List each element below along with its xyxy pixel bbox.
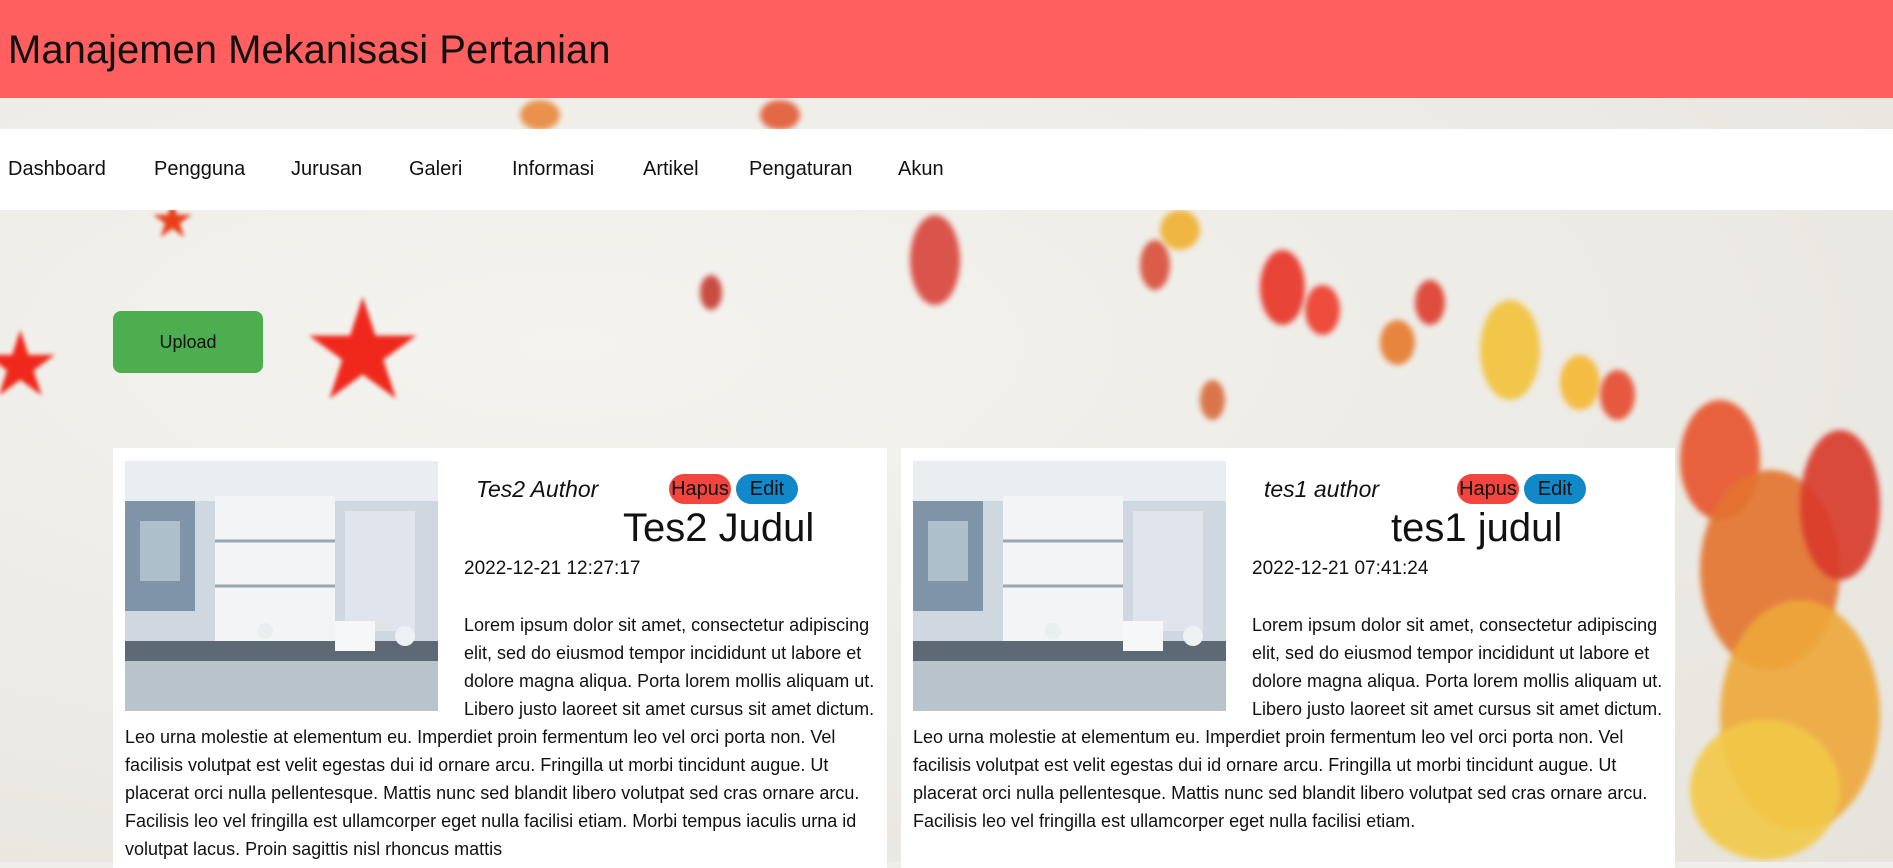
edit-button[interactable]: Edit xyxy=(1524,474,1586,504)
article-title: tes1 judul xyxy=(1391,506,1563,550)
star-decoration: ★ xyxy=(0,315,61,415)
lab-photo xyxy=(913,461,1226,711)
nav-item-akun[interactable]: Akun xyxy=(898,158,944,181)
article-image xyxy=(913,461,1226,711)
nav-item-pengaturan[interactable]: Pengaturan xyxy=(749,158,852,181)
article-content: tes1 author Hapus Edit tes1 judul 2022-1… xyxy=(913,461,1667,835)
article-card: Tes2 Author Hapus Edit Tes2 Judul 2022-1… xyxy=(113,448,887,868)
nav-item-jurusan[interactable]: Jurusan xyxy=(291,158,362,181)
confetti-decoration xyxy=(1415,280,1445,325)
nav-item-artikel[interactable]: Artikel xyxy=(643,158,699,181)
article-card: tes1 author Hapus Edit tes1 judul 2022-1… xyxy=(901,448,1675,868)
edit-button[interactable]: Edit xyxy=(736,474,798,504)
article-title: Tes2 Judul xyxy=(623,506,815,550)
confetti-decoration xyxy=(1800,430,1880,580)
app-title: Manajemen Mekanisasi Pertanian xyxy=(8,28,611,72)
lab-photo xyxy=(125,461,438,711)
confetti-decoration xyxy=(1305,285,1340,335)
nav-item-informasi[interactable]: Informasi xyxy=(512,158,594,181)
main-nav: Dashboard Pengguna Jurusan Galeri Inform… xyxy=(0,129,1893,210)
confetti-decoration xyxy=(700,275,722,310)
app-header: Manajemen Mekanisasi Pertanian xyxy=(0,0,1893,98)
nav-item-dashboard[interactable]: Dashboard xyxy=(8,158,106,181)
upload-button[interactable]: Upload xyxy=(113,311,263,373)
confetti-decoration xyxy=(910,215,960,305)
nav-item-galeri[interactable]: Galeri xyxy=(409,158,462,181)
confetti-decoration xyxy=(1480,300,1540,400)
confetti-decoration xyxy=(1260,250,1305,325)
article-image xyxy=(125,461,438,711)
confetti-decoration xyxy=(1690,720,1840,860)
confetti-decoration xyxy=(1140,240,1170,290)
delete-button[interactable]: Hapus xyxy=(1457,474,1519,504)
article-author: Tes2 Author xyxy=(476,476,599,502)
confetti-decoration xyxy=(1200,380,1225,420)
confetti-decoration xyxy=(520,100,560,130)
confetti-decoration xyxy=(760,100,800,130)
article-author: tes1 author xyxy=(1264,476,1380,502)
delete-button[interactable]: Hapus xyxy=(669,474,731,504)
nav-item-pengguna[interactable]: Pengguna xyxy=(154,158,245,181)
confetti-decoration xyxy=(1380,320,1415,365)
confetti-decoration xyxy=(1600,370,1635,420)
confetti-decoration xyxy=(1560,355,1600,410)
star-decoration: ★ xyxy=(300,271,426,428)
article-content: Tes2 Author Hapus Edit Tes2 Judul 2022-1… xyxy=(125,461,879,863)
confetti-decoration xyxy=(1160,210,1200,250)
